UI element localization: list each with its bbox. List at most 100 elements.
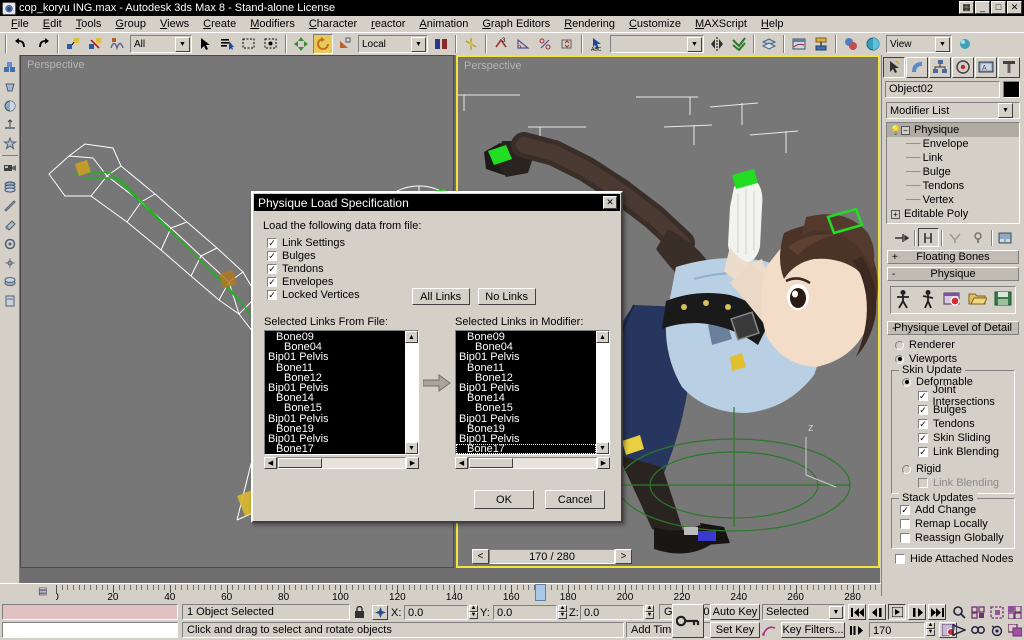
modify-tab[interactable] [906,56,928,78]
select-link-icon[interactable] [63,34,83,54]
minimize-icon[interactable]: _ [975,1,990,14]
stack-update-option-checkbox[interactable] [900,519,910,529]
menu-item-views[interactable]: Views [153,17,196,31]
ok-button[interactable]: OK [474,490,534,509]
bone-list-item[interactable]: Bone15 [456,403,596,414]
configure-modifier-sets-icon[interactable] [995,228,1016,247]
maximize-icon[interactable]: □ [991,1,1006,14]
select-object-icon[interactable] [195,34,215,54]
modifier-list-dropdown[interactable]: Modifier List ▼ [886,102,1020,119]
spinner-up-icon[interactable]: ▲ [558,605,567,612]
chevron-down-icon[interactable]: ▼ [411,36,426,52]
selection-set-combo[interactable]: Selected ▼ [762,604,845,620]
current-frame-spinner[interactable]: ▲ ▼ [926,622,935,638]
renderer-radio-row[interactable]: Renderer [889,338,1017,352]
menu-item-file[interactable]: File [4,17,36,31]
z-spinner[interactable]: ▲ ▼ [645,605,654,620]
time-slider[interactable] [534,584,546,601]
collapse-toggle-icon[interactable]: - [892,269,895,280]
spinner-down-icon[interactable]: ▼ [469,612,478,619]
stack-item-bulge[interactable]: ── Bulge [887,165,1019,179]
load-option-row[interactable]: ✓ Envelopes [267,275,360,288]
scroll-right-icon[interactable]: ▶ [406,457,419,469]
place-highlight-icon[interactable] [1,134,19,153]
scroll-left-icon[interactable]: ◀ [264,457,277,469]
scroll-down-icon[interactable]: ▼ [596,442,609,454]
light-bulb-icon[interactable]: 💡 [890,125,901,136]
set-key-button[interactable]: Set Key [710,622,760,638]
display-tab[interactable]: A [975,56,997,78]
load-option-row[interactable]: ✓ Locked Vertices [267,288,360,301]
spinner-up-icon[interactable]: ▲ [469,605,478,612]
window-crossing-icon[interactable] [261,34,281,54]
viewports-radio[interactable] [895,354,904,364]
hide-attached-nodes-row[interactable]: Hide Attached Nodes [889,552,1017,566]
unlink-icon[interactable] [85,34,105,54]
key-filters-curve-icon[interactable] [760,622,778,638]
make-unique-icon[interactable] [945,228,966,247]
use-pivot-center-icon[interactable] [431,34,451,54]
percent-snap-icon[interactable] [535,34,555,54]
array-icon[interactable] [1,58,19,77]
bone-list-item[interactable]: Bone17 [265,443,405,454]
deformable-option-checkbox[interactable]: ✓ [918,405,928,415]
stack-item-envelope[interactable]: ── Envelope [887,137,1019,151]
spinner-down-icon[interactable]: ▼ [558,612,567,619]
left-bone-list[interactable]: Bone09 Bone04 Bip01 Pelvis Bone11 Bone12 Bip0… [265,331,405,454]
x-field[interactable]: 0.0 [404,605,468,620]
load-physique-file-icon[interactable] [968,290,989,310]
menu-item-edit[interactable]: Edit [36,17,69,31]
layer-manager-icon[interactable] [759,34,779,54]
rollout-header[interactable]: - Physique Level of Detail [887,321,1019,335]
utilities-tab[interactable] [998,56,1020,78]
stack-item-tendons[interactable]: ── Tendons [887,179,1019,193]
load-option-row[interactable]: ✓ Tendons [267,262,360,275]
named-selection-icon[interactable]: ABC [587,34,607,54]
right-bone-list[interactable]: Bone09 Bone04 Bip01 Pelvis Bone11 Bone12 Bip0… [456,331,596,454]
material-editor-icon[interactable] [841,34,861,54]
light-lister-icon[interactable] [1,234,19,253]
hierarchy-tab[interactable] [929,56,951,78]
load-option-row[interactable]: ✓ Link Settings [267,236,360,249]
menu-item-group[interactable]: Group [108,17,153,31]
scroll-down-icon[interactable]: ▼ [405,442,418,454]
select-by-name-icon[interactable] [217,34,237,54]
chevron-down-icon[interactable]: ▼ [829,605,843,619]
align-to-view-icon[interactable] [1,177,19,196]
deformable-radio[interactable] [902,377,911,387]
use-selection-center-icon[interactable] [461,34,481,54]
stack-update-option-row[interactable]: Reassign Globally [900,531,1012,545]
spinner-up-icon[interactable]: ▲ [926,622,935,629]
snap-toggle-icon[interactable]: 3 [491,34,511,54]
menu-item-customize[interactable]: Customize [622,17,688,31]
object-color-swatch[interactable] [1003,81,1020,98]
previous-frame-icon[interactable] [868,604,886,620]
deformable-option-row[interactable]: ✓ Link Blending [918,445,1012,459]
zoom-extents-icon[interactable] [988,604,1006,620]
stack-update-option-row[interactable]: ✓ Add Change [900,503,1012,517]
no-links-button[interactable]: No Links [477,288,536,305]
menu-item-character[interactable]: Character [302,17,364,31]
arc-rotate-icon[interactable] [988,622,1006,638]
physique-settings-icon[interactable] [943,290,962,311]
scroll-thumb[interactable] [278,458,322,468]
all-links-button[interactable]: All Links [411,288,470,305]
deformable-option-checkbox[interactable]: ✓ [918,391,928,401]
y-spinner[interactable]: ▲ ▼ [558,605,567,620]
quick-render-icon[interactable] [955,34,975,54]
deformable-option-checkbox[interactable]: ✓ [918,419,928,429]
viewport-shading-combo[interactable]: View ▼ [886,35,952,53]
deformable-option-row[interactable]: ✓ Tendons [918,417,1012,431]
load-option-checkbox[interactable]: ✓ [267,237,277,248]
mirror-icon[interactable] [707,34,727,54]
current-frame-field[interactable]: 170 [869,622,925,638]
stack-update-option-row[interactable]: Remap Locally [900,517,1012,531]
named-selection-combo[interactable]: ▼ [610,35,704,53]
key-mode-icon[interactable] [848,622,866,638]
select-rotate-icon[interactable] [313,34,333,54]
menu-item-rendering[interactable]: Rendering [557,17,622,31]
menu-item-graph-editors[interactable]: Graph Editors [475,17,557,31]
motion-tab[interactable] [952,56,974,78]
left-list-vscrollbar[interactable]: ▲ ▼ [405,331,418,454]
spinner-snap-icon[interactable] [557,34,577,54]
